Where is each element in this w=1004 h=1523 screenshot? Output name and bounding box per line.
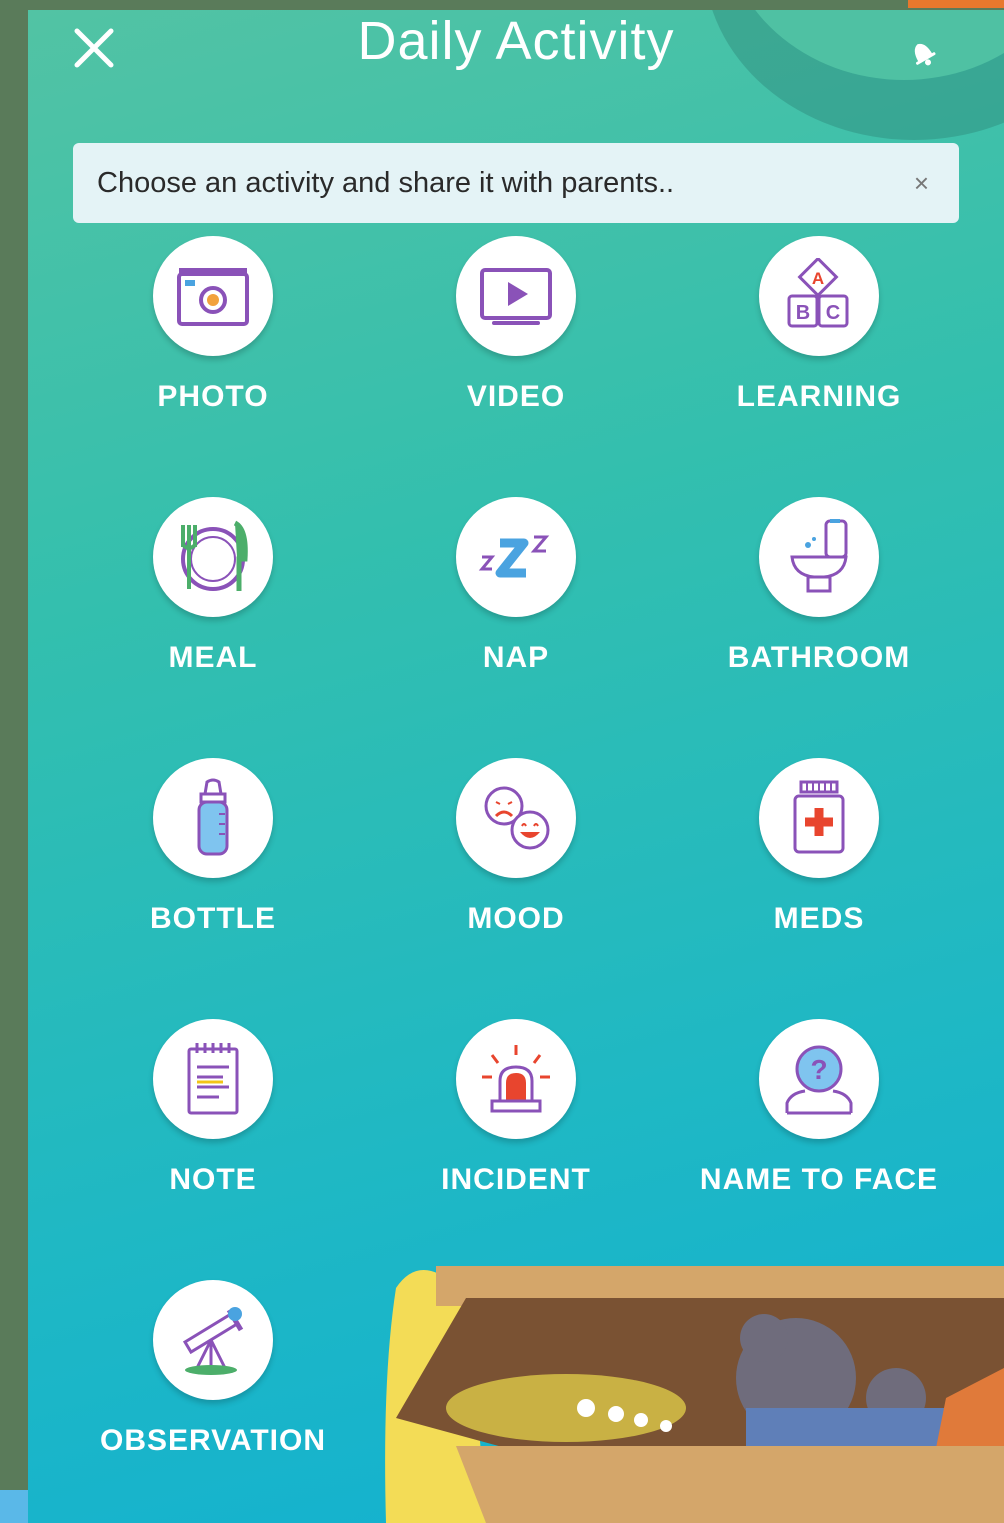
activity-label: VIDEO (466, 380, 566, 413)
activity-note-circle (153, 1019, 273, 1139)
activity-label: LEARNING (736, 380, 902, 413)
activity-nap-circle (456, 497, 576, 617)
activity-meds-circle (759, 758, 879, 878)
svg-text:B: B (796, 302, 810, 324)
banner-close-button[interactable]: × (908, 168, 935, 199)
activity-bottle-circle (153, 758, 273, 878)
svg-text:A: A (812, 269, 824, 288)
activity-photo-circle (153, 236, 273, 356)
activity-nap[interactable]: NAP (366, 497, 666, 675)
activity-learning-circle: A B C (759, 236, 879, 356)
activity-note[interactable]: NOTE (63, 1019, 363, 1197)
activity-label: INCIDENT (441, 1163, 591, 1196)
info-banner: Choose an activity and share it with par… (73, 143, 959, 223)
activity-label: BOTTLE (150, 902, 276, 935)
bell-icon (914, 43, 936, 66)
page-title: Daily Activity (357, 11, 675, 71)
activity-meds[interactable]: MEDS (669, 758, 969, 936)
telescope-icon (182, 1307, 244, 1375)
activity-learning[interactable]: A B C LEARNING (669, 236, 969, 414)
activity-video[interactable]: VIDEO (366, 236, 666, 414)
blue-edge-accent (0, 1490, 30, 1523)
mood-faces-icon (484, 786, 550, 850)
toy-box-illustration (385, 1266, 1004, 1523)
question-person-icon: ? (785, 1045, 853, 1115)
notification-button[interactable] (902, 32, 942, 72)
banner-text: Choose an activity and share it with par… (97, 166, 675, 199)
camera-icon (177, 268, 249, 326)
activity-bottle[interactable]: BOTTLE (63, 758, 363, 936)
activity-mood[interactable]: MOOD (366, 758, 666, 936)
activity-video-circle (456, 236, 576, 356)
plate-cutlery-icon (181, 520, 248, 591)
activity-incident-circle (456, 1019, 576, 1139)
activity-name-to-face-circle: ? (759, 1019, 879, 1139)
activity-label: OBSERVATION (99, 1424, 327, 1457)
activity-label: MEAL (168, 641, 258, 674)
activity-mood-circle (456, 758, 576, 878)
activity-label: NAP (482, 641, 550, 674)
svg-text:?: ? (810, 1054, 827, 1085)
activity-observation[interactable]: OBSERVATION (63, 1280, 363, 1458)
activity-photo[interactable]: PHOTO (63, 236, 363, 414)
activity-meal-circle (153, 497, 273, 617)
abc-blocks-icon: A B C (787, 258, 849, 328)
activity-bathroom-circle (759, 497, 879, 617)
activity-label: MOOD (467, 902, 565, 935)
activity-label: NAME TO FACE (699, 1163, 939, 1196)
daily-activity-screen: Daily Activity Choose an activity and sh… (28, 10, 1004, 1523)
notepad-icon (187, 1043, 239, 1115)
activity-label: PHOTO (157, 380, 269, 413)
video-play-icon (480, 268, 552, 325)
siren-icon (482, 1045, 550, 1113)
activity-observation-circle (153, 1280, 273, 1400)
orange-edge-accent (908, 0, 1004, 8)
activity-label: NOTE (169, 1163, 257, 1196)
sleep-zzz-icon (478, 535, 550, 578)
svg-text:C: C (826, 302, 840, 324)
baby-bottle-icon (197, 778, 229, 856)
activity-incident[interactable]: INCIDENT (366, 1019, 666, 1197)
medicine-jar-icon (793, 780, 845, 854)
activity-label: BATHROOM (727, 641, 911, 674)
activity-label: MEDS (773, 902, 865, 935)
activity-meal[interactable]: MEAL (63, 497, 363, 675)
activity-name-to-face[interactable]: ? NAME TO FACE (669, 1019, 969, 1197)
toilet-icon (790, 519, 848, 593)
activity-bathroom[interactable]: BATHROOM (669, 497, 969, 675)
